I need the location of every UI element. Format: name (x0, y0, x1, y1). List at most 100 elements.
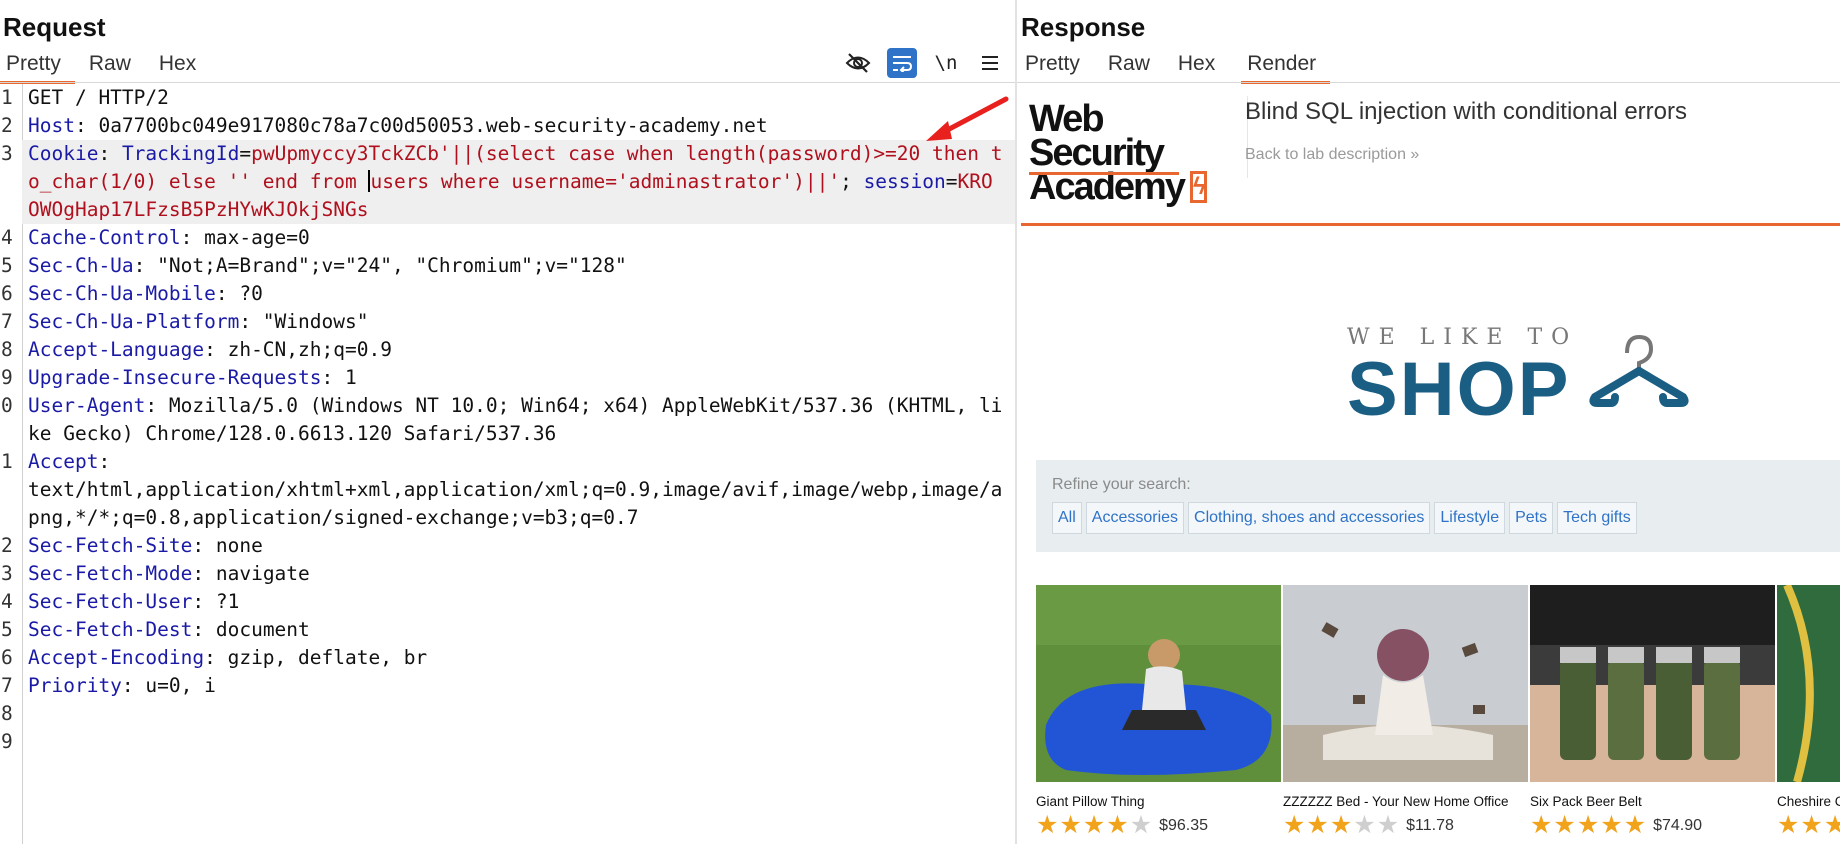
product-grid: Giant Pillow Thing ★★★★★ $96.35 ZZZZZZ Bed … (1036, 585, 1840, 838)
product-card[interactable]: Cheshire C ★★★★★ (1777, 585, 1840, 838)
line-number: 2 (1, 114, 13, 137)
line-number: 6 (1, 282, 13, 305)
tab-hex[interactable]: Hex (159, 48, 196, 84)
star-icon: ★ (1823, 811, 1840, 839)
category-filter-clothing-shoes-and-accessories[interactable]: Clothing, shoes and accessories (1188, 502, 1431, 534)
shop-logo: WE LIKE TO SHOP (1347, 325, 1689, 432)
code-text: Sec-Ch-Ua-Mobile: ?0 (22, 280, 1015, 308)
annotation-arrow-icon (926, 96, 1009, 141)
line-number: 3 (1, 142, 13, 165)
product-card[interactable]: Six Pack Beer Belt ★★★★★ $74.90 (1530, 585, 1777, 838)
request-pane: Request Pretty Raw Hex \n 1 GET / HTTP/2 2… (0, 0, 1015, 844)
header-name: Sec-Fetch-Dest (28, 618, 193, 641)
menu-icon[interactable] (975, 48, 1005, 78)
star-icon: ★ (1059, 811, 1083, 839)
newline-toggle-button[interactable]: \n (931, 48, 961, 78)
web-security-academy-logo[interactable]: Web Security Academy ϟ (1029, 100, 1207, 206)
star-rating: ★★★★★ (1036, 813, 1153, 838)
header-name: TrackingId (121, 142, 240, 165)
line-number: 8 (1, 338, 13, 361)
code-line: 9 (0, 728, 1015, 756)
category-filter-tech-gifts[interactable]: Tech gifts (1557, 502, 1637, 534)
response-pane: Response Pretty Raw Hex Render Web Secur… (1017, 0, 1840, 844)
code-line: 1 GET / HTTP/2 (0, 84, 1015, 112)
product-name: ZZZZZZ Bed - Your New Home Office (1283, 794, 1509, 809)
code-line: 5 Sec-Fetch-Dest: document (0, 616, 1015, 644)
back-to-lab-link[interactable]: Back to lab description » (1245, 146, 1419, 164)
product-image[interactable] (1777, 585, 1840, 782)
category-filter-pets[interactable]: Pets (1509, 502, 1554, 534)
lab-header: Web Security Academy ϟ Blind SQL injecti… (1021, 86, 1840, 226)
header-value: : ?0 (215, 282, 263, 305)
code-line: 8 (0, 700, 1015, 728)
line-number: 8 (1, 702, 13, 725)
line-number: 4 (1, 590, 13, 613)
header-name: Sec-Fetch-Mode (28, 562, 193, 585)
wrap-lines-icon[interactable] (887, 48, 917, 78)
code-line: 7 Priority: u=0, i (0, 672, 1015, 700)
tab-render[interactable]: Render (1241, 48, 1330, 84)
header-value: : none (192, 534, 263, 557)
lightning-icon: ϟ (1189, 171, 1207, 203)
code-text: Accept: text/html,application/xhtml+xml,… (22, 448, 1015, 532)
header-name: Upgrade-Insecure-Requests (28, 366, 322, 389)
code-text: GET / HTTP/2 (22, 84, 1015, 112)
product-card[interactable]: ZZZZZZ Bed - Your New Home Office ★★★★★ $1… (1283, 585, 1530, 838)
request-title: Request (3, 12, 106, 42)
product-meta: ★★★★★ (1777, 813, 1840, 838)
star-rating: ★★★★★ (1777, 813, 1840, 838)
hide-eye-icon[interactable] (843, 48, 873, 78)
code-text: Sec-Fetch-Mode: navigate (22, 560, 1015, 588)
star-icon: ★ (1576, 811, 1601, 839)
code-text: Sec-Ch-Ua-Platform: "Windows" (22, 308, 1015, 336)
code-line: 8 Accept-Language: zh-CN,zh;q=0.9 (0, 336, 1015, 364)
tabs-divider (1017, 82, 1840, 83)
tab-hex[interactable]: Hex (1178, 48, 1215, 84)
category-filter-all[interactable]: All (1052, 502, 1082, 534)
header-value: : document (192, 618, 310, 641)
code-text: Accept-Encoding: gzip, deflate, br (22, 644, 1015, 672)
header-value: : (98, 142, 122, 165)
line-number: 0 (1, 394, 13, 417)
star-icon: ★ (1777, 811, 1801, 839)
line-number: 1 (1, 86, 13, 109)
category-list: All Accessories Clothing, shoes and access… (1052, 502, 1637, 534)
category-filter-accessories[interactable]: Accessories (1085, 502, 1185, 534)
tab-raw[interactable]: Raw (1108, 48, 1150, 84)
code-line: 4 Cache-Control: max-age=0 (0, 224, 1015, 252)
tab-raw[interactable]: Raw (89, 48, 131, 84)
shop-wordmark: SHOP (1347, 347, 1571, 432)
tab-pretty[interactable]: Pretty (1025, 48, 1080, 84)
code-line: 2 Sec-Fetch-Site: none (0, 532, 1015, 560)
star-icon: ★ (1129, 811, 1154, 839)
code-line: 9 Upgrade-Insecure-Requests: 1 (0, 364, 1015, 392)
product-image[interactable] (1283, 585, 1528, 782)
line-number: 2 (1, 534, 13, 557)
product-name: Six Pack Beer Belt (1530, 794, 1642, 809)
header-rule (1021, 223, 1840, 226)
category-filter-lifestyle[interactable]: Lifestyle (1434, 502, 1506, 534)
product-meta: ★★★★★ $74.90 (1530, 813, 1777, 838)
header-name: session (863, 170, 946, 193)
code-text: Priority: u=0, i (22, 672, 1015, 700)
code-text: Sec-Fetch-Site: none (22, 532, 1015, 560)
star-icon: ★ (1353, 811, 1377, 839)
response-title: Response (1021, 12, 1146, 42)
star-icon: ★ (1553, 811, 1577, 839)
product-price: $96.35 (1159, 816, 1209, 834)
code-line: 6 Sec-Ch-Ua-Mobile: ?0 (0, 280, 1015, 308)
line-number: 9 (1, 366, 13, 389)
product-card[interactable]: Giant Pillow Thing ★★★★★ $96.35 (1036, 585, 1283, 838)
request-editor[interactable]: 1 GET / HTTP/2 2 Host: 0a7700bc049e917080c7… (0, 84, 1015, 756)
star-icon: ★ (1623, 811, 1648, 839)
product-image[interactable] (1036, 585, 1281, 782)
header-name: Accept-Language (28, 338, 205, 361)
hanger-icon (1589, 334, 1689, 407)
header-value: : Mozilla/5.0 (Windows NT 10.0; Win64; x… (28, 394, 1003, 445)
header-name: User-Agent (28, 394, 146, 417)
tab-pretty[interactable]: Pretty (0, 48, 75, 84)
header-name: Priority (28, 674, 122, 697)
product-image[interactable] (1530, 585, 1775, 782)
product-name: Giant Pillow Thing (1036, 794, 1145, 809)
